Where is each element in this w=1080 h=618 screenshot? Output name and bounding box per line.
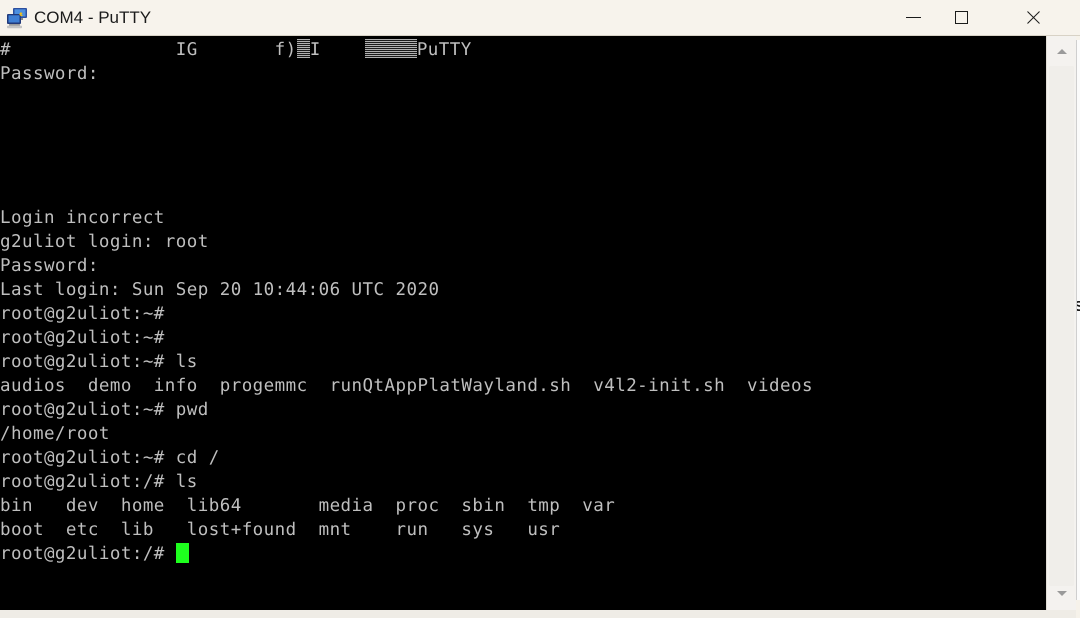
window-title: COM4 - PuTTY <box>34 8 152 27</box>
terminal-line: Password: <box>0 256 99 276</box>
terminal-line: /home/root <box>0 424 110 444</box>
terminal-scrollbar[interactable] <box>1046 36 1076 610</box>
terminal-line: g2uliot login: root <box>0 232 209 252</box>
terminal-output: # IG f) I PuTTY Password: Login incorrect g… <box>0 38 813 566</box>
terminal-line: root@g2uliot:~# ls <box>0 352 198 372</box>
maximize-button[interactable] <box>938 0 984 35</box>
terminal-line: root@g2uliot:~# pwd <box>0 400 209 420</box>
terminal-line: Password: <box>0 64 99 84</box>
chevron-down-icon <box>1056 590 1067 596</box>
scroll-up-arrow-button[interactable] <box>1047 40 1076 62</box>
close-icon <box>1025 9 1042 26</box>
terminal-line: root@g2uliot:/# <box>0 542 813 566</box>
terminal-text: f) <box>274 40 297 60</box>
minimize-icon <box>905 17 921 18</box>
terminal-text: PuTTY <box>416 40 472 60</box>
terminal-screen[interactable]: # IG f) I PuTTY Password: Login incorrect g… <box>0 36 1046 610</box>
background-window-text: S <box>1077 298 1080 315</box>
close-button[interactable] <box>1010 0 1056 35</box>
terminal-line: root@g2uliot:~# <box>0 304 165 324</box>
terminal-text: I <box>309 40 365 60</box>
putty-computer-icon <box>6 6 30 30</box>
window-titlebar[interactable]: COM4 - PuTTY <box>0 0 1080 36</box>
background-window-sliver[interactable]: S <box>1076 40 1080 600</box>
terminal-line: Login incorrect <box>0 208 165 228</box>
terminal-line: audios demo info progemmc runQtAppPlatWa… <box>0 376 813 396</box>
window-bottom-frame <box>0 610 1076 618</box>
scrollbar-thumb[interactable] <box>1049 66 1074 586</box>
chevron-up-icon <box>1056 48 1067 54</box>
terminal-line: # IG f) I PuTTY <box>0 38 813 62</box>
terminal-line: bin dev home lib64 media proc sbin tmp v… <box>0 496 616 516</box>
terminal-line: Last login: Sun Sep 20 10:44:06 UTC 2020 <box>0 280 440 300</box>
terminal-line: root@g2uliot:/# ls <box>0 472 198 492</box>
terminal-text: # <box>0 40 176 60</box>
terminal-line: root@g2uliot:~# <box>0 328 165 348</box>
garbled-block-glyph <box>296 39 310 58</box>
terminal-cursor <box>175 543 189 563</box>
terminal-line: boot etc lib lost+found mnt run sys usr <box>0 520 561 540</box>
terminal-text: IG <box>175 40 275 60</box>
putty-window: COM4 - PuTTY # IG f) I PuTTY Password: Log… <box>0 0 1080 618</box>
garbled-block-glyph <box>364 39 417 58</box>
terminal-line: root@g2uliot:~# cd / <box>0 448 220 468</box>
scroll-down-arrow-button[interactable] <box>1047 582 1076 604</box>
maximize-icon <box>954 11 968 24</box>
minimize-button[interactable] <box>890 0 936 35</box>
